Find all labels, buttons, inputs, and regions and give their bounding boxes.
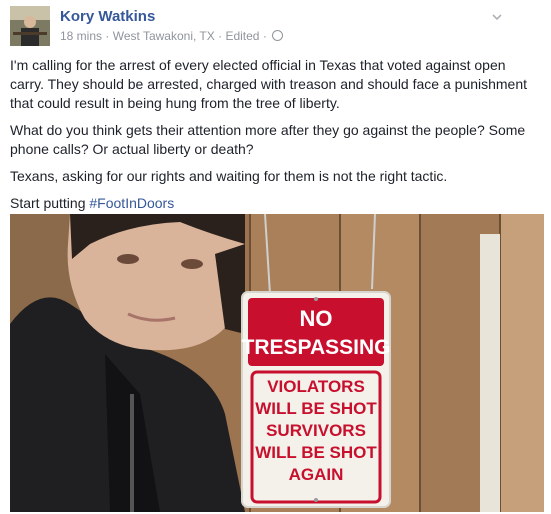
sign-body-line: AGAIN (289, 465, 344, 484)
edited-label[interactable]: Edited (225, 29, 259, 43)
meta-separator: · (262, 29, 267, 43)
globe-icon (272, 30, 284, 41)
author-name[interactable]: Kory Watkins (60, 8, 155, 25)
sign-body-line: WILL BE SHOT (255, 399, 377, 418)
post-paragraph: What do you think gets their attention m… (10, 122, 526, 157)
post-paragraph: Texans, asking for our rights and waitin… (10, 168, 448, 184)
post-meta: 18 mins · West Tawakoni, TX · Edited · (60, 29, 284, 43)
meta-separator: · (218, 29, 223, 43)
sign-body-line: SURVIVORS (266, 421, 366, 440)
meta-separator: · (105, 29, 110, 43)
post-location[interactable]: West Tawakoni, TX (113, 29, 215, 43)
hashtag-link[interactable]: #FootInDoors (89, 195, 174, 211)
sign-body-line: WILL BE SHOT (255, 443, 377, 462)
post-paragraph: I'm calling for the arrest of every elec… (10, 57, 528, 111)
sign-heading-line1: NO (300, 306, 333, 331)
sign-heading-line2: TRESPASSING (242, 336, 391, 359)
chevron-down-icon[interactable] (491, 10, 503, 22)
post-header: Kory Watkins 18 mins · West Tawakoni, TX… (10, 6, 541, 50)
sign-body-line: VIOLATORS (267, 377, 365, 396)
post-time[interactable]: 18 mins (60, 29, 102, 43)
post-photo[interactable]: NO TRESPASSING VIOLATORS WILL BE SHOT SU… (10, 214, 544, 512)
post-paragraph: Start putting #FootInDoors (10, 194, 540, 213)
post-body: I'm calling for the arrest of every elec… (10, 56, 540, 221)
author-avatar[interactable] (10, 6, 50, 46)
facebook-post: Kory Watkins 18 mins · West Tawakoni, TX… (0, 0, 551, 514)
last-line-text: Start putting (10, 195, 90, 211)
